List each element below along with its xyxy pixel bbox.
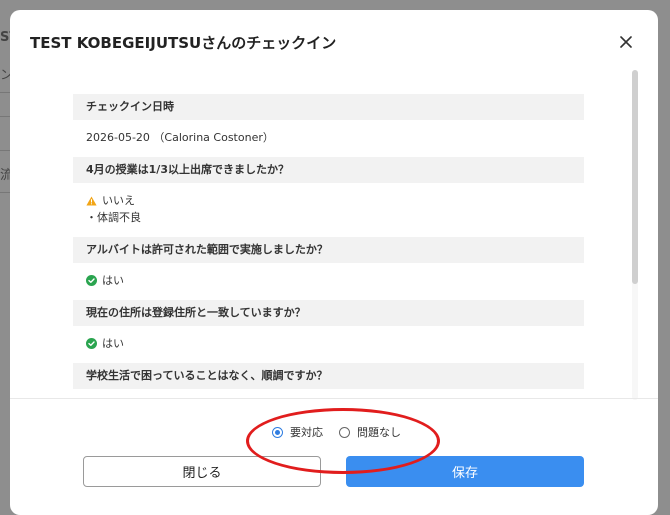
checkin-details-scroll-area[interactable]: チェックイン日時 2026-05-20 （Calorina Costoner） … [10, 70, 658, 398]
question-heading: 4月の授業は1/3以上出席できましたか？ [73, 157, 584, 183]
checkin-modal: TEST KOBEGEIJUTSUさんのチェックイン チェックイン日時 2026… [10, 10, 658, 515]
radio-button[interactable] [339, 426, 350, 438]
background-divider [0, 116, 10, 117]
answer-block: はい [73, 326, 584, 352]
background-divider [0, 150, 10, 151]
background-text-fragment: ン [0, 68, 14, 83]
answer-text: はい [102, 337, 124, 350]
answer-text: 2026-05-20 （Calorina Costoner） [86, 131, 274, 144]
check-circle-icon [86, 275, 97, 286]
checkin-section: 4月の授業は1/3以上出席できましたか？ いいえ ・体調不良 [73, 157, 584, 226]
background-divider [0, 92, 10, 93]
radio-button-selected[interactable] [272, 426, 283, 438]
check-circle-icon [86, 338, 97, 349]
background-text-fragment: 流 [0, 168, 14, 183]
checkin-details: チェックイン日時 2026-05-20 （Calorina Costoner） … [73, 94, 584, 389]
answer-text: いいえ [102, 194, 135, 207]
radio-no-issue[interactable]: 問題なし [339, 424, 401, 440]
close-dialog-button[interactable]: 閉じる [83, 456, 321, 487]
answer-note: ・体調不良 [86, 211, 141, 224]
background-text-fragment: ST [0, 30, 18, 45]
question-heading: 現在の住所は登録住所と一致していますか？ [73, 300, 584, 326]
save-button[interactable]: 保存 [346, 456, 584, 487]
question-heading: 学校生活で困っていることはなく、順調ですか？ [73, 363, 584, 389]
modal-title: TEST KOBEGEIJUTSUさんのチェックイン [30, 34, 337, 52]
close-icon [620, 36, 632, 48]
answer-block: はい [73, 263, 584, 289]
radio-label: 要対応 [290, 426, 323, 439]
question-heading: チェックイン日時 [73, 94, 584, 120]
answer-text: はい [102, 274, 124, 287]
background-divider [0, 192, 10, 193]
checkin-section: チェックイン日時 2026-05-20 （Calorina Costoner） [73, 94, 584, 146]
checkin-section: 学校生活で困っていることはなく、順調ですか？ [73, 363, 584, 389]
question-heading: アルバイトは許可された範囲で実施しましたか？ [73, 237, 584, 263]
footer-divider [10, 398, 658, 399]
checkin-section: アルバイトは許可された範囲で実施しましたか？ はい [73, 237, 584, 289]
review-status-radio-group: 要対応 問題なし [272, 424, 417, 440]
warning-triangle-icon [86, 196, 97, 205]
close-button[interactable] [614, 30, 638, 54]
scrollbar-thumb[interactable] [632, 70, 638, 284]
checkin-section: 現在の住所は登録住所と一致していますか？ はい [73, 300, 584, 352]
radio-label: 問題なし [357, 426, 401, 439]
radio-needs-action[interactable]: 要対応 [272, 424, 323, 440]
scrollbar[interactable] [632, 70, 638, 400]
answer-block: いいえ ・体調不良 [73, 183, 584, 226]
